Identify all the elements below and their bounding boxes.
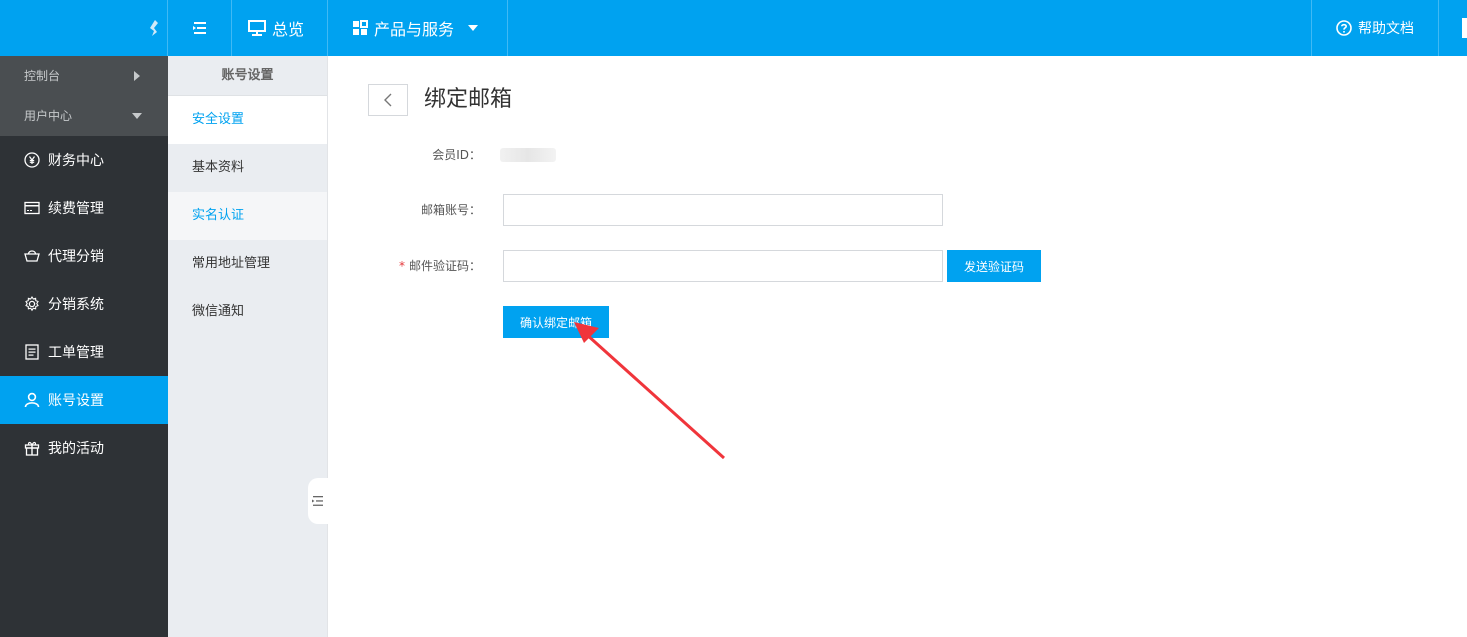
- email-code-label-row: * 邮件验证码：: [328, 256, 481, 276]
- sidebar-item-label: 工单管理: [48, 345, 104, 361]
- menu-collapse-icon: [192, 22, 206, 34]
- nav-products-dropdown[interactable]: 产品与服务: [328, 0, 508, 56]
- nav-help-docs[interactable]: 帮助文档: [1311, 0, 1439, 56]
- required-asterisk: *: [398, 259, 405, 273]
- sidebar-item-my-activities[interactable]: 我的活动: [0, 424, 168, 472]
- confirm-bind-email-button[interactable]: 确认绑定邮箱: [503, 306, 609, 338]
- sidebar-section-console[interactable]: 控制台: [0, 56, 168, 96]
- gear-icon: [25, 296, 39, 312]
- subnav-collapse-handle[interactable]: [308, 478, 328, 524]
- user-icon: [24, 392, 40, 408]
- sidebar-item-label: 财务中心: [48, 153, 104, 169]
- top-navbar: 总览 产品与服务 帮助文档: [0, 0, 1467, 56]
- chevron-left-icon: [384, 93, 392, 107]
- sidebar-item-label: 我的活动: [48, 441, 104, 457]
- subnav-item-address[interactable]: 常用地址管理: [168, 240, 327, 288]
- gift-icon: [24, 441, 40, 456]
- sidebar-item-label: 账号设置: [48, 393, 104, 409]
- chevron-down-icon: [468, 25, 479, 31]
- member-id-label: 会员ID：: [432, 148, 481, 162]
- sidebar-item-label: 代理分销: [48, 249, 104, 265]
- sidebar-item-finance[interactable]: 财务中心: [0, 136, 168, 184]
- sidebar-section-label: 控制台: [24, 69, 61, 83]
- monitor-icon: [248, 20, 266, 36]
- sidebar-item-account-settings[interactable]: 账号设置: [0, 376, 168, 424]
- email-input[interactable]: [503, 194, 943, 226]
- help-circle-icon: [1336, 20, 1352, 36]
- subnav-item-basic-info[interactable]: 基本资料: [168, 144, 327, 192]
- sidebar-item-label: 分销系统: [48, 297, 104, 313]
- sidebar-item-label: 续费管理: [48, 201, 104, 217]
- subnav-title: 账号设置: [168, 56, 327, 96]
- page-title: 绑定邮箱: [424, 87, 513, 112]
- email-code-label: 邮件验证码：: [408, 259, 481, 273]
- nav-products-label: 产品与服务: [374, 20, 455, 39]
- chevron-down-icon: [132, 113, 142, 119]
- subnav-item-security[interactable]: 安全设置: [168, 96, 327, 144]
- sidebar-item-tickets[interactable]: 工单管理: [0, 328, 168, 376]
- logo-icon: [150, 20, 158, 36]
- member-id-value-redacted: [500, 148, 556, 162]
- email-code-input[interactable]: [503, 250, 943, 282]
- basket-icon: [24, 250, 40, 262]
- subnav-item-real-name[interactable]: 实名认证: [168, 192, 327, 240]
- sidebar-item-agent-distribution[interactable]: 代理分销: [0, 232, 168, 280]
- logo-area[interactable]: [0, 0, 168, 56]
- subnav-item-wechat[interactable]: 微信通知: [168, 288, 327, 336]
- send-code-button[interactable]: 发送验证码: [947, 250, 1041, 282]
- main-sidebar: 控制台 用户中心 财务中心 续费管理 代理分销 分销系统 工单管理 账号设置 我…: [0, 56, 168, 637]
- account-subnav: 账号设置 安全设置 基本资料 实名认证 常用地址管理 微信通知: [168, 56, 328, 637]
- nav-overview-label: 总览: [272, 20, 305, 39]
- sidebar-section-label: 用户中心: [24, 109, 73, 123]
- card-icon: [24, 201, 40, 215]
- nav-help-label: 帮助文档: [1358, 21, 1414, 37]
- grid-icon: [353, 20, 368, 35]
- menu-toggle-button[interactable]: [168, 0, 232, 56]
- main-content: 绑定邮箱 会员ID： 邮箱账号： * 邮件验证码： 发送验证码 确认绑定邮箱: [328, 56, 1467, 637]
- back-button[interactable]: [368, 84, 408, 116]
- sidebar-item-distribution-system[interactable]: 分销系统: [0, 280, 168, 328]
- nav-overview[interactable]: 总览: [232, 0, 328, 56]
- email-label: 邮箱账号：: [420, 203, 481, 217]
- sidebar-section-user-center[interactable]: 用户中心: [0, 96, 168, 136]
- collapse-icon: [312, 496, 323, 506]
- sidebar-item-renewal[interactable]: 续费管理: [0, 184, 168, 232]
- top-edge-indicator: [1462, 18, 1467, 38]
- document-icon: [25, 344, 39, 360]
- chevron-right-icon: [134, 71, 140, 81]
- yen-circle-icon: [24, 152, 40, 168]
